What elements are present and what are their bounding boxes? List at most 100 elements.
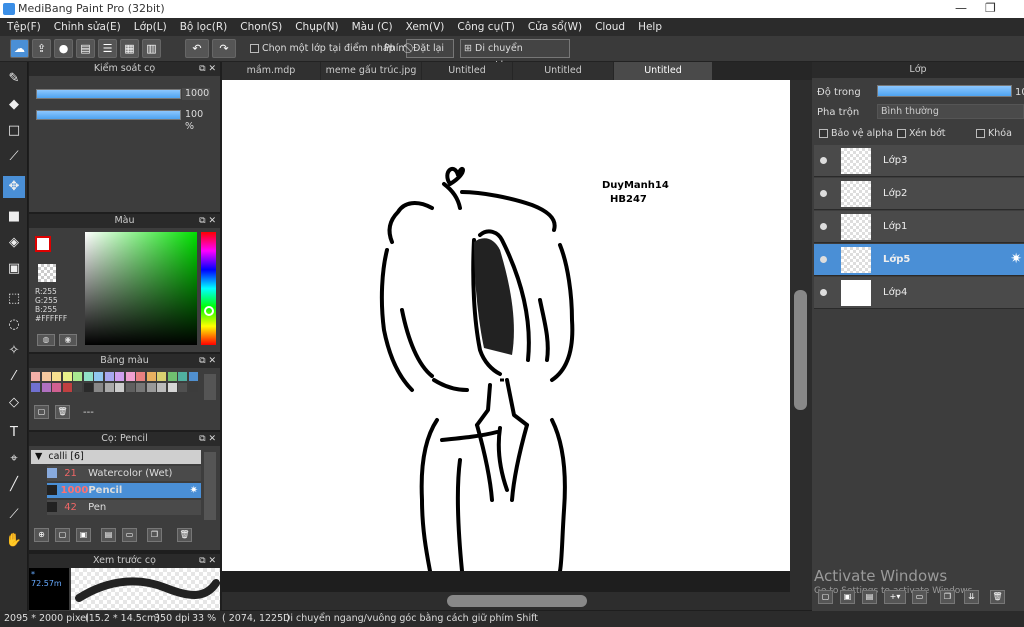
add-layer-menu-icon[interactable]: +▾	[884, 590, 906, 604]
menu-filter[interactable]: Bộ lọc(R)	[180, 21, 228, 33]
palette-swatch[interactable]	[157, 372, 166, 381]
move-button[interactable]: ⊞ Di chuyển ngang/dọc	[460, 39, 570, 71]
delete-layer-icon[interactable]: 🗑	[990, 590, 1005, 604]
menu-view[interactable]: Xem(V)	[406, 21, 445, 33]
lasso-tool-icon[interactable]: ◌	[3, 314, 25, 336]
menu-tools[interactable]: Công cụ(T)	[457, 21, 514, 33]
palette-swatches[interactable]	[31, 372, 201, 400]
new-layer-8bit-icon[interactable]: ▣	[840, 590, 855, 604]
vertical-scroll-thumb[interactable]	[794, 290, 807, 410]
select-layer-checkbox[interactable]: Chọn một lớp tại điểm nháp	[250, 43, 395, 54]
layer-row[interactable]: Lớp4	[814, 277, 1024, 309]
brush-opacity-value[interactable]: 100 %	[182, 109, 212, 132]
new-brush-icon[interactable]: ▢	[55, 528, 70, 542]
palette-swatch[interactable]	[167, 372, 177, 381]
drawing-canvas[interactable]: DuyManh14 HB247	[222, 80, 790, 571]
menu-file[interactable]: Tệp(F)	[7, 21, 41, 33]
redo-icon[interactable]: ↷	[212, 39, 236, 58]
select-rect-tool-icon[interactable]: ⬚	[3, 288, 25, 310]
palette-swatch[interactable]	[31, 383, 40, 392]
vertical-scrollbar[interactable]	[790, 80, 812, 592]
palette-swatch[interactable]	[83, 383, 93, 392]
menu-select[interactable]: Chọn(S)	[240, 21, 282, 33]
select-eraser-icon[interactable]: ◇	[3, 392, 25, 414]
layers-grid-icon[interactable]: ▥	[142, 39, 161, 58]
layer-row[interactable]: Lớp2	[814, 178, 1024, 210]
menu-help[interactable]: Help	[638, 21, 662, 33]
tab-meme[interactable]: meme gấu trúc.jpg	[321, 62, 421, 80]
blend-mode-select[interactable]: Bình thường	[877, 104, 1024, 119]
brush-opacity-slider[interactable]	[36, 110, 181, 120]
brush-item[interactable]: 42 Pen	[47, 500, 201, 515]
palette-swatch[interactable]	[146, 372, 156, 381]
palette-swatch[interactable]	[178, 383, 187, 392]
note-icon[interactable]: ▤	[76, 39, 95, 58]
palette-swatch[interactable]	[31, 372, 40, 381]
visibility-icon[interactable]	[820, 256, 827, 263]
list-icon[interactable]: ☰	[98, 39, 117, 58]
palette-swatch[interactable]	[52, 372, 61, 381]
checkbox-icon[interactable]	[897, 129, 906, 138]
palette-swatch[interactable]	[125, 383, 135, 392]
layer-row[interactable]: Lớp3	[814, 145, 1024, 177]
brush-item[interactable]: 21 Watercolor (Wet)	[47, 466, 201, 481]
palette-swatch[interactable]	[104, 383, 114, 392]
add-brush-icon[interactable]: ⊕	[34, 528, 49, 542]
horizontal-scroll-thumb[interactable]	[447, 595, 587, 607]
visibility-icon[interactable]	[820, 190, 827, 197]
gear-icon[interactable]: ✷	[1010, 251, 1022, 267]
menu-snap[interactable]: Chụp(N)	[295, 21, 338, 33]
visibility-icon[interactable]	[820, 223, 827, 230]
palette-swatch[interactable]	[115, 372, 124, 381]
palette-swatch[interactable]	[125, 372, 135, 381]
color-square-picker[interactable]	[85, 232, 197, 345]
color-settings-icon[interactable]: ◉	[59, 334, 77, 346]
grid-icon[interactable]: ▦	[120, 39, 139, 58]
brush-size-value[interactable]: 1000	[182, 88, 210, 100]
palette-swatch[interactable]	[136, 383, 145, 392]
minimize-icon[interactable]: —	[955, 1, 967, 15]
divide-tool-icon[interactable]: ╱	[3, 474, 25, 496]
maximize-icon[interactable]: ❐	[985, 1, 996, 15]
hue-slider[interactable]	[201, 232, 216, 345]
folder-icon[interactable]: ▭	[122, 528, 137, 542]
rectangle-tool-icon[interactable]: □	[3, 120, 25, 142]
text-tool-icon[interactable]: T	[3, 422, 25, 444]
palette-swatch[interactable]	[146, 383, 156, 392]
palette-swatch[interactable]	[83, 372, 93, 381]
reset-button[interactable]: ⃠ Đặt lại	[406, 39, 454, 58]
visibility-icon[interactable]	[820, 157, 827, 164]
eraser-tool-icon[interactable]: ◆	[3, 94, 25, 116]
eyedropper-icon[interactable]: ⟋	[3, 504, 25, 526]
cloud-icon[interactable]: ☁	[10, 39, 29, 58]
panel-close-icon[interactable]: ⧉ ✕	[199, 432, 216, 446]
foreground-color-swatch[interactable]	[35, 236, 51, 252]
duplicate-layer-icon[interactable]: ❐	[940, 590, 955, 604]
new-palette-icon[interactable]: ▢	[34, 405, 49, 419]
fill-rect-tool-icon[interactable]: ■	[3, 206, 25, 228]
tab-mam[interactable]: mầm.mdp	[222, 62, 320, 80]
checkbox-icon[interactable]	[976, 129, 985, 138]
brush-tool-icon[interactable]: ✎	[3, 68, 25, 90]
palette-swatch[interactable]	[115, 383, 124, 392]
move-tool-icon[interactable]: ✥	[3, 176, 25, 198]
lock-checkbox[interactable]: Khóa	[976, 128, 1012, 139]
panel-close-icon[interactable]: ⧉ ✕	[199, 214, 216, 228]
palette-swatch[interactable]	[167, 383, 177, 392]
layer-row[interactable]: Lớp1	[814, 211, 1024, 243]
visibility-icon[interactable]	[820, 289, 827, 296]
gear-icon[interactable]: ✷	[190, 483, 198, 498]
protect-alpha-checkbox[interactable]: Bảo vệ alpha	[819, 128, 893, 139]
layer-row-selected[interactable]: Lớp5 ✷	[814, 244, 1024, 276]
share-icon[interactable]: ⇪	[32, 39, 51, 58]
bucket-tool-icon[interactable]: ◈	[3, 232, 25, 254]
brush-list-scrollbar[interactable]	[204, 452, 216, 520]
hand-tool-icon[interactable]: ✋	[3, 530, 25, 552]
gradient-tool-icon[interactable]: ▣	[3, 258, 25, 280]
palette-swatch[interactable]	[73, 372, 82, 381]
merge-down-icon[interactable]: ⇊	[964, 590, 979, 604]
line-tool-icon[interactable]: ⟋	[3, 146, 25, 168]
brush-size-slider[interactable]	[36, 89, 181, 99]
palette-swatch[interactable]	[41, 372, 51, 381]
menu-color[interactable]: Màu (C)	[352, 21, 393, 33]
